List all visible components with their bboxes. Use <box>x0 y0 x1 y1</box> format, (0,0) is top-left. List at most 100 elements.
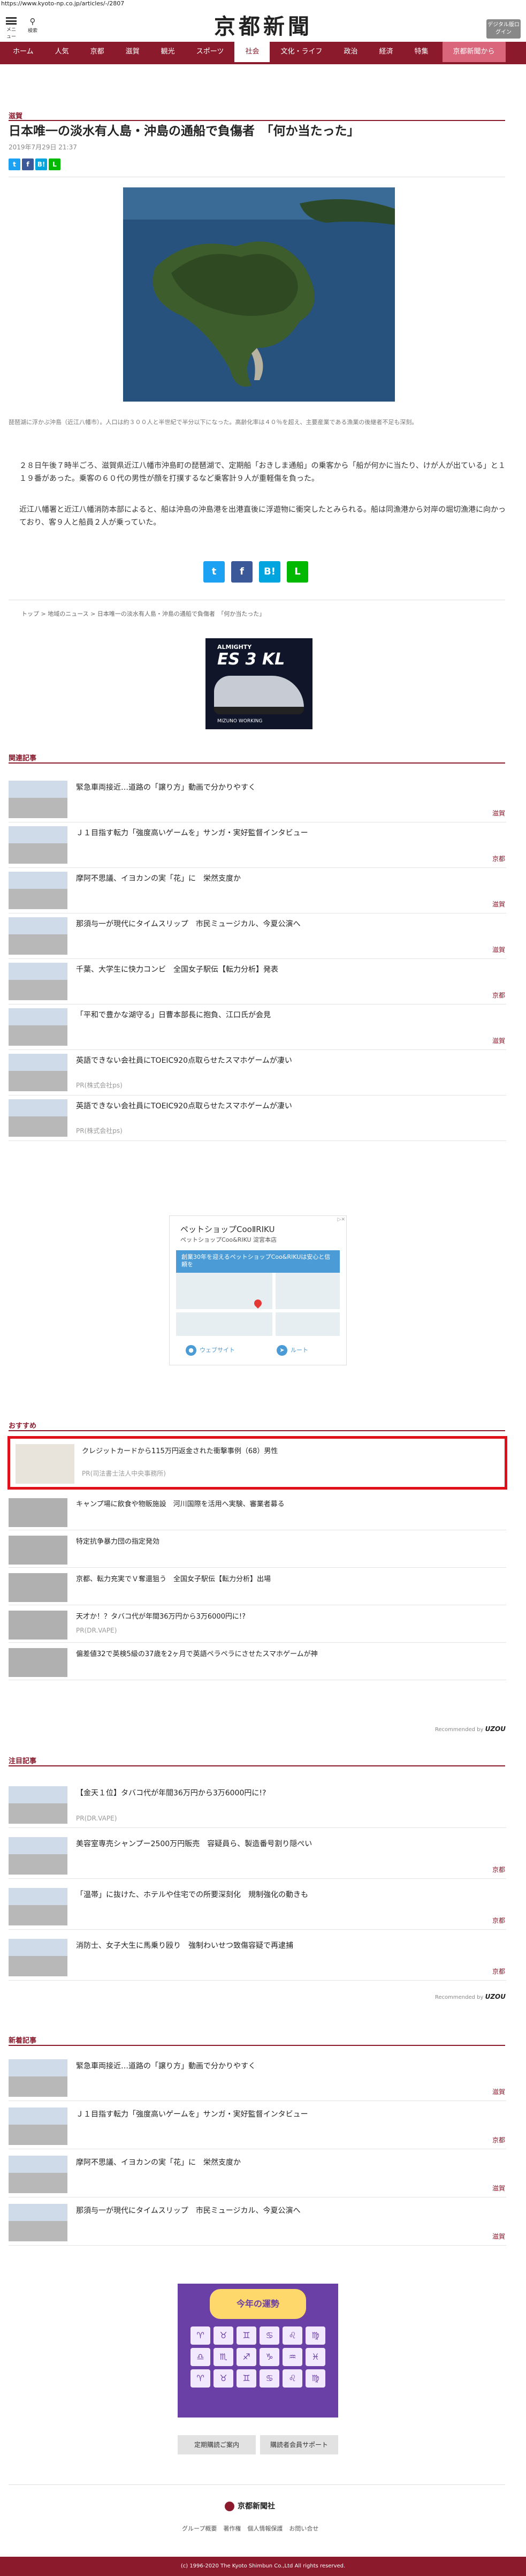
article-link-title: 緊急車両接近…道路の「譲り方」動画で分かりやすく <box>76 2062 256 2071</box>
related-article-item[interactable]: 英語できない会社員にTOEIC920点取らせたスマホゲームが凄い PR(株式会社p… <box>9 1051 506 1096</box>
region-tag[interactable]: 滋賀 <box>492 809 505 818</box>
footer-link[interactable]: グループ概要 <box>182 2524 217 2533</box>
recommended-item[interactable]: 特定抗争暴力団の指定発効 <box>9 1532 506 1568</box>
nav-item[interactable]: 文化・ライフ <box>270 42 333 62</box>
site-header: メニュー ⚲ 検索 京都新聞 デジタル版ログイン <box>0 7 526 41</box>
thumbnail-sky <box>9 2204 67 2221</box>
member-support-button[interactable]: 購読者会員サポート <box>260 2435 338 2454</box>
region-tag[interactable]: 京都 <box>492 2135 505 2144</box>
nav-item[interactable]: 経済 <box>368 42 403 62</box>
region-tag[interactable]: 滋賀 <box>492 1036 505 1045</box>
latest-article-item[interactable]: 緊急車両接近…道路の「譲り方」動画で分かりやすく滋賀 <box>9 2056 506 2101</box>
zodiac-icon: ♑ <box>260 2348 279 2366</box>
thumbnail-image <box>9 2204 67 2241</box>
related-article-item[interactable]: 英語できない会社員にTOEIC920点取らせたスマホゲームが凄い PR(株式会社p… <box>9 1096 506 1141</box>
related-article-item[interactable]: 「平和で豊かな湖守る」日曹本部長に抱負、江口氏が会見 滋賀 <box>9 1005 506 1050</box>
twitter-icon[interactable]: t <box>9 158 20 170</box>
sponsor-label: PR(株式会社ps) <box>76 1082 123 1089</box>
thumbnail-image <box>9 1573 67 1602</box>
latest-article-item[interactable]: Ｊ１目指す転力「強度高いゲームを」サンガ・実好監督インタビュー 京都 <box>9 2104 506 2149</box>
facebook-icon[interactable]: f <box>22 158 34 170</box>
related-article-item[interactable]: 緊急車両接近…道路の「譲り方」動画で分かりやすく 滋賀 <box>9 777 506 822</box>
thumbnail-sky <box>9 1888 67 1905</box>
recommended-rule <box>9 1430 505 1431</box>
recommended-item[interactable]: 天才か！？タバコ代が年間36万円から3万6000円に!? PR(DR.VAPE) <box>9 1607 506 1643</box>
digital-login-button[interactable]: デジタル版ログイン <box>486 19 521 39</box>
attention-article-item[interactable]: 消防士、女子大生に馬乗り殴り 強制わいせつ致傷容疑で再逮捕京都 <box>9 1936 506 1981</box>
uzou-credit[interactable]: Recommended by UZOU <box>435 1725 506 1733</box>
site-logo[interactable]: 京都新聞 <box>203 14 323 40</box>
nav-item[interactable]: 滋賀 <box>115 42 150 62</box>
region-tag[interactable]: 滋賀 <box>492 2184 505 2193</box>
recommended-item[interactable]: 京都、転力充実でＶ奪還狙う 全国女子駅伝【転力分析】出場 <box>9 1570 506 1605</box>
region-tag[interactable]: 京都 <box>492 991 505 1000</box>
nav-item[interactable]: ホーム <box>2 42 44 62</box>
attention-article-item[interactable]: 美容室専売シャンプー2500万円販売 容疑員ら、製造番号割り隠ぺい 京都 <box>9 1834 506 1879</box>
article-link-title: 那須与一が現代にタイムスリップ 市民ミュージカル、今夏公演へ <box>76 920 301 928</box>
map-ad[interactable]: ▷✕ ペットショップCooⅡRIKU ペットショップCoo&RIKU 淀宮本店 … <box>169 1215 347 1365</box>
article-photo <box>123 187 395 402</box>
region-tag[interactable]: 京都 <box>492 854 505 863</box>
latest-article-item[interactable]: 那須与一が現代にタイムスリップ 市民ミュージカル、今夏公演へ 滋賀 <box>9 2201 506 2246</box>
region-tag[interactable]: 滋賀 <box>492 945 505 954</box>
zodiac-icon: ♉ <box>214 2326 233 2345</box>
article-date: 2019年7月29日 21:37 <box>9 143 77 151</box>
nav-item[interactable]: 人気 <box>44 42 80 62</box>
url-bar[interactable]: https://www.kyoto-np.co.jp/articles/-/28… <box>0 0 526 7</box>
related-article-item[interactable]: 摩阿不思議、イヨカンの実「花」に 栄然支度か 滋賀 <box>9 868 506 913</box>
uzou-credit[interactable]: Recommended by UZOU <box>435 1993 506 2000</box>
latest-article-item[interactable]: 摩阿不思議、イヨカンの実「花」に 栄然支度か滋賀 <box>9 2152 506 2197</box>
region-tag[interactable]: 京都 <box>492 1916 505 1925</box>
fortune-ad[interactable]: 今年の運勢 ♈ ♉ ♊ ♋ ♌ ♍ ♎ ♏ ♐ ♑ ♒ ♓ ♈ ♉ ♊ ♋ ♌ ♍ <box>178 2284 338 2418</box>
twitter-icon[interactable]: t <box>203 561 225 583</box>
region-tag[interactable]: 滋賀 <box>492 900 505 909</box>
breadcrumb-local[interactable]: 地域のニュース <box>48 610 88 617</box>
footer-logo[interactable]: 京都新聞社 <box>225 2501 275 2511</box>
nav-item[interactable]: 社会 <box>234 42 270 62</box>
map-ad-website-label: ウェブサイト <box>200 1347 235 1354</box>
nav-item[interactable]: 観光 <box>150 42 186 62</box>
article-link-title: 偏差値32で英検5級の37歳を2ヶ月で英語ペラペラにさせたスマホゲームが神 <box>76 1650 318 1658</box>
article-link-title: 消防士、女子大生に馬乗り殴り 強制わいせつ致傷容疑で再逮捕 <box>76 1942 293 1950</box>
shoe-ad[interactable]: ALMIGHTY ES 3 KL MIZUNO WORKING <box>205 638 312 729</box>
footer-link[interactable]: 個人情報保護 <box>247 2524 283 2533</box>
menu-button[interactable]: メニュー <box>4 17 18 40</box>
nav-item[interactable]: 政治 <box>333 42 368 62</box>
article-category[interactable]: 滋賀 <box>9 110 22 120</box>
breadcrumb-home[interactable]: トップ <box>21 610 39 617</box>
related-article-item[interactable]: Ｊ１目指す転力「強度高いゲームを」サンガ・実好監督インタビュー 京都 <box>9 823 506 868</box>
recommended-item[interactable]: 偏差値32で英検5級の37歳を2ヶ月で英語ペラペラにさせたスマホゲームが神 <box>9 1645 506 1680</box>
subscription-button[interactable]: 定期購読ご案内 <box>178 2435 256 2454</box>
attention-article-item[interactable]: 【金天１位】タバコ代が年間36万円から3万6000円に!? PR(DR.VAPE) <box>9 1783 506 1828</box>
region-tag[interactable]: 京都 <box>492 1865 505 1874</box>
related-heading: 関連記事 <box>9 754 37 762</box>
thumbnail-sky <box>9 917 67 934</box>
footer-link[interactable]: お問い合せ <box>289 2524 318 2533</box>
region-tag[interactable]: 京都 <box>492 1967 505 1976</box>
recommended-item[interactable]: クレジットカードから115万円返金された衝撃事例（68）男性 PR(司法書士法人中… <box>7 1436 507 1490</box>
thumbnail-sky <box>9 963 67 980</box>
nav-item[interactable]: スポーツ <box>186 42 235 62</box>
hatena-bookmark-icon[interactable]: B! <box>35 158 47 170</box>
map-ad-website-button[interactable]: ● ウェブサイト <box>186 1343 250 1357</box>
search-button[interactable]: ⚲ 検索 <box>26 17 40 35</box>
line-icon[interactable]: L <box>287 561 308 583</box>
region-tag[interactable]: 滋賀 <box>492 2232 505 2241</box>
related-article-item[interactable]: 那須与一が現代にタイムスリップ 市民ミュージカル、今夏公演へ滋賀 <box>9 914 506 959</box>
ad-choices-icon[interactable]: ▷✕ <box>338 1217 345 1222</box>
nav-item[interactable]: 京都 <box>80 42 115 62</box>
article-link-title: 摩阿不思議、イヨカンの実「花」に 栄然支度か <box>76 2158 241 2167</box>
article-link-title: 英語できない会社員にTOEIC920点取らせたスマホゲームが凄い <box>76 1102 292 1111</box>
thumbnail-image <box>9 1888 67 1925</box>
region-tag[interactable]: 滋賀 <box>492 2087 505 2096</box>
related-article-item[interactable]: 千葉、大学生に快力コンビ 全国女子駅伝【転力分析】発表 京都 <box>9 960 506 1004</box>
nav-item[interactable]: 特集 <box>404 42 439 62</box>
map-ad-route-button[interactable]: ➤ ルート <box>277 1343 341 1357</box>
recommended-item[interactable]: キャンプ場に飲食や物販施設 河川国際を活用へ実験、審業者募る <box>9 1495 506 1530</box>
footer-link[interactable]: 著作権 <box>223 2524 241 2533</box>
hatena-bookmark-icon[interactable]: B! <box>259 561 280 583</box>
attention-article-item[interactable]: 「温帯」に抜けた、ホテルや住宅での所要深刻化 規制強化の動きも 京都 <box>9 1885 506 1930</box>
line-icon[interactable]: L <box>49 158 60 170</box>
facebook-icon[interactable]: f <box>231 561 253 583</box>
nav-item-special[interactable]: 京都新聞から <box>442 42 506 62</box>
